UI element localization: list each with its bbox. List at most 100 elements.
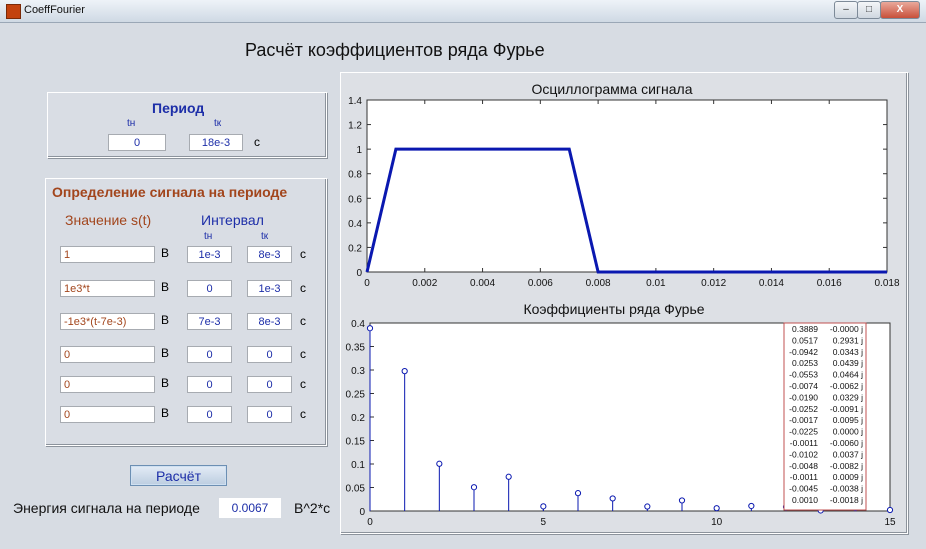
signal-value-input-6[interactable]: 0 (60, 406, 155, 423)
x-tick-label: 5 (541, 517, 547, 528)
period-tn-input[interactable]: 0 (108, 134, 166, 151)
signal-tk-input-3[interactable]: 8e-3 (247, 313, 292, 330)
signal-tn-input-1[interactable]: 1e-3 (187, 246, 232, 263)
coefficient-real: 0.0253 (792, 358, 818, 368)
stem-marker (678, 497, 686, 504)
value-unit-5: В (161, 376, 170, 390)
signal-tn-input-5[interactable]: 0 (187, 376, 232, 393)
minimize-button[interactable]: – (834, 1, 858, 19)
period-panel: Период tн tк 0 18e-3 с (47, 92, 327, 158)
x-tick-label: 0.014 (759, 278, 784, 289)
coefficient-imag: 0.0439 j (833, 358, 863, 368)
time-unit-3: с (300, 314, 306, 328)
coefficient-imag: -0.0091 j (830, 404, 863, 414)
signal-tn-input-2[interactable]: 0 (187, 280, 232, 297)
signal-value-input-5[interactable]: 0 (60, 376, 155, 393)
close-button[interactable]: X (880, 1, 920, 19)
coefficient-real: -0.0225 (789, 427, 818, 437)
coefficient-imag: 0.0464 j (833, 370, 863, 380)
y-tick-label: 0.2 (351, 413, 365, 424)
signal-tk-input-5[interactable]: 0 (247, 376, 292, 393)
coefficient-real: -0.0190 (789, 392, 818, 402)
app-window: CoeffFourier – □ X Расчёт коэффициентов … (0, 0, 926, 549)
y-tick-label: 0.4 (351, 319, 365, 330)
stem-marker (436, 460, 443, 467)
stem-marker (540, 503, 547, 510)
title-bar[interactable]: CoeffFourier – □ X (0, 0, 926, 23)
y-tick-label: 0.3 (351, 366, 365, 377)
coefficient-imag: -0.0062 j (830, 381, 863, 391)
y-tick-label: 0.4 (348, 219, 362, 230)
signal-value-input-4[interactable]: 0 (60, 346, 155, 363)
fourier-chart: Коэффициенты ряда Фурье 0 0.05 0.1 0.15 0.2 0… (346, 301, 896, 528)
coefficient-real: 0.0517 (792, 335, 818, 345)
interval-header: Интервал (201, 212, 264, 228)
period-tk-input[interactable]: 18e-3 (189, 134, 243, 151)
maximize-button[interactable]: □ (857, 1, 881, 19)
x-tick-label: 0.004 (470, 278, 495, 289)
y-tick-label: 0.6 (348, 194, 362, 205)
coefficient-imag: 0.0009 j (833, 472, 863, 482)
interval-tk-label: tк (261, 231, 269, 242)
coefficient-real: -0.0553 (789, 370, 818, 380)
coefficient-real: 0.3889 (792, 324, 818, 334)
y-tick-label: 0 (356, 268, 362, 279)
coefficient-imag: -0.0082 j (830, 461, 863, 471)
coefficient-real: -0.0252 (789, 404, 818, 414)
coefficient-real: -0.0011 (790, 472, 818, 482)
signal-value-input-2[interactable]: 1e3*t (60, 280, 155, 297)
stem-marker (748, 502, 755, 510)
period-tk-label: tк (214, 118, 222, 129)
y-tick-label: 1 (356, 145, 362, 156)
signal-value-input-1[interactable]: 1 (60, 246, 155, 263)
value-unit-1: В (161, 246, 170, 260)
energy-label: Энергия сигнала на периоде (13, 500, 200, 516)
signal-tk-input-2[interactable]: 1e-3 (247, 280, 292, 297)
plot-panel: Осциллограмма сигнала 0 0.2 0.4 0.6 0.8 1 1.2 1… (340, 72, 908, 534)
y-tick-label: 0.2 (348, 243, 362, 254)
signal-tk-input-4[interactable]: 0 (247, 346, 292, 363)
stem-marker (574, 490, 582, 497)
signal-tk-input-6[interactable]: 0 (247, 406, 292, 423)
coefficient-imag: 0.0037 j (833, 449, 863, 459)
stem-marker (609, 495, 616, 502)
window-title: CoeffFourier (24, 4, 85, 16)
y-tick-label: 1.4 (348, 96, 362, 107)
coefficient-real: -0.0017 (789, 415, 818, 425)
page-title: Расчёт коэффициентов ряда Фурье (245, 40, 545, 60)
fourier-title: Коэффициенты ряда Фурье (523, 301, 704, 317)
x-tick-label: 15 (884, 517, 896, 528)
signal-panel: Определение сигнала на периоде Значение … (45, 178, 327, 446)
signal-title: Определение сигнала на периоде (52, 184, 288, 200)
coefficient-real: -0.0011 (790, 438, 818, 448)
coefficient-real: -0.0074 (789, 381, 818, 391)
signal-tn-input-4[interactable]: 0 (187, 346, 232, 363)
coefficient-imag: 0.0000 j (833, 427, 863, 437)
signal-tk-input-1[interactable]: 8e-3 (247, 246, 292, 263)
coefficient-real: -0.0045 (789, 484, 818, 494)
coefficient-imag: 0.0329 j (833, 392, 863, 402)
value-unit-3: В (161, 313, 170, 327)
coefficient-imag: -0.0060 j (830, 438, 863, 448)
period-tn-label: tн (127, 118, 136, 129)
x-tick-label: 0 (364, 278, 370, 289)
stem-marker (366, 325, 374, 332)
period-unit: с (254, 135, 260, 149)
x-tick-label: 0.008 (586, 278, 611, 289)
period-title: Период (152, 100, 205, 116)
calculate-button[interactable]: Расчёт (130, 465, 227, 486)
time-unit-1: с (300, 247, 306, 261)
stem-marker (505, 473, 512, 480)
signal-tn-input-6[interactable]: 0 (187, 406, 232, 423)
coefficient-real: 0.0010 (792, 495, 818, 505)
value-unit-4: В (161, 346, 170, 360)
x-tick-label: 0.002 (412, 278, 437, 289)
y-tick-label: 0.05 (346, 484, 366, 495)
coefficient-real: -0.0942 (789, 347, 818, 357)
signal-value-input-3[interactable]: -1e3*(t-7e-3) (60, 313, 155, 330)
signal-tn-input-3[interactable]: 7e-3 (187, 313, 232, 330)
x-tick-label: 0 (367, 517, 373, 528)
y-tick-label: 0.15 (346, 437, 366, 448)
x-tick-label: 0.018 (874, 278, 899, 289)
y-tick-label: 0.8 (348, 170, 362, 181)
